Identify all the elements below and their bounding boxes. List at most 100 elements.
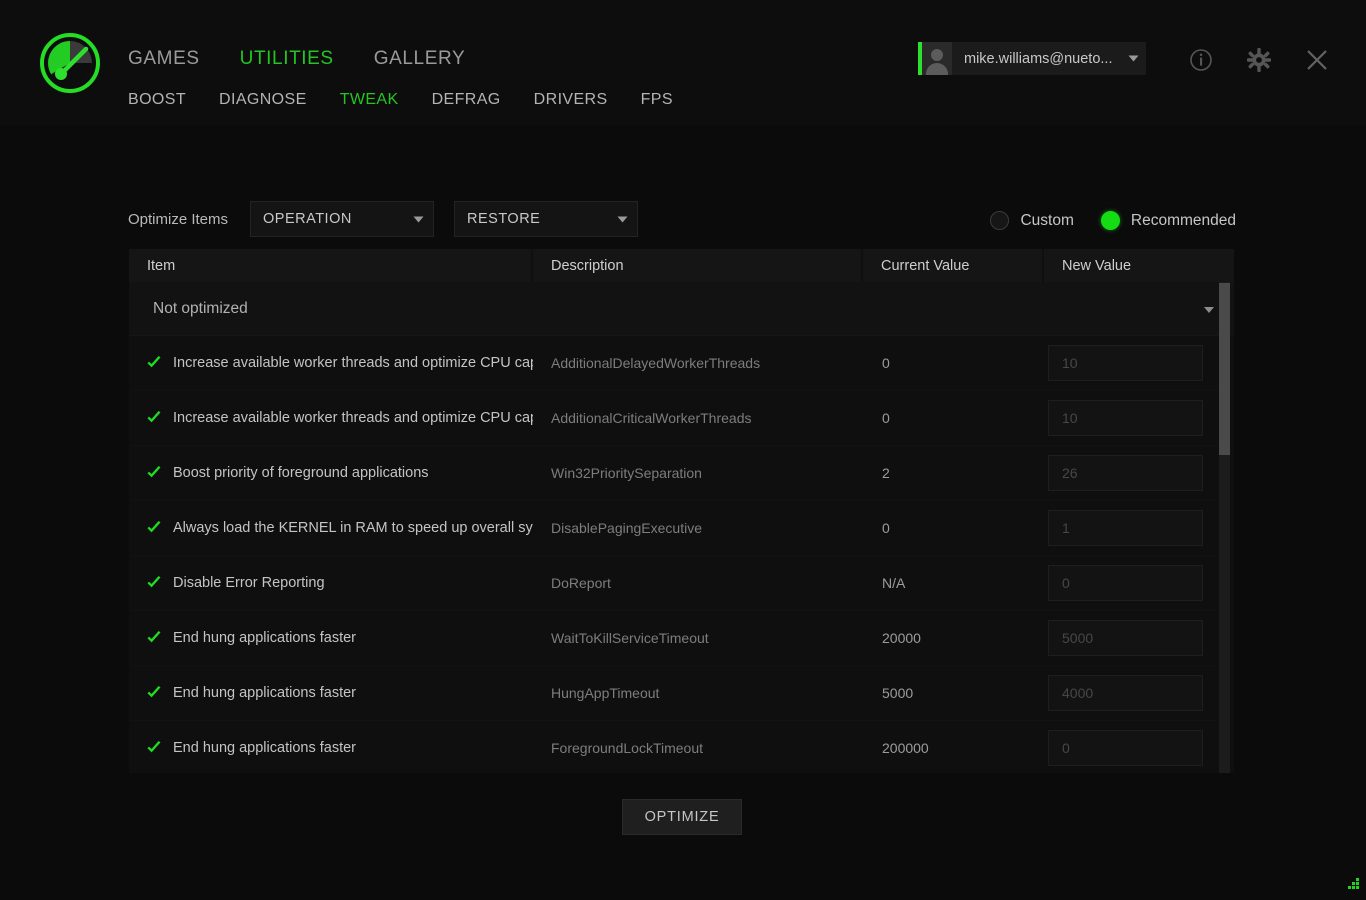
- new-value-input[interactable]: 0: [1048, 565, 1203, 601]
- nav-gallery[interactable]: GALLERY: [374, 48, 466, 70]
- close-icon[interactable]: [1302, 45, 1332, 75]
- row-checkmark-icon[interactable]: [146, 630, 162, 646]
- new-value-input[interactable]: 1: [1048, 510, 1203, 546]
- table-row[interactable]: Always load the KERNEL in RAM to speed u…: [129, 501, 1234, 556]
- row-description-cell: AdditionalCriticalWorkerThreads: [551, 410, 752, 426]
- subnav-defrag[interactable]: DEFRAG: [432, 91, 501, 109]
- row-description-cell: AdditionalDelayedWorkerThreads: [551, 355, 761, 371]
- info-icon[interactable]: [1186, 45, 1216, 75]
- new-value-input[interactable]: 26: [1048, 455, 1203, 491]
- row-item-cell: Disable Error Reporting: [129, 556, 533, 611]
- row-current-value-cell: N/A: [882, 575, 906, 591]
- row-checkmark-icon[interactable]: [146, 520, 162, 536]
- row-new-value-cell: 0: [1044, 556, 1234, 611]
- mode-radio-group: Custom Recommended: [990, 211, 1236, 230]
- scrollbar-thumb[interactable]: [1219, 283, 1230, 455]
- row-checkmark-icon[interactable]: [146, 410, 162, 426]
- new-value-input[interactable]: 4000: [1048, 675, 1203, 711]
- table-row[interactable]: End hung applications faster ForegroundLo…: [129, 721, 1234, 773]
- nav-games[interactable]: GAMES: [128, 48, 200, 70]
- row-checkmark-icon[interactable]: [146, 575, 162, 591]
- row-description-cell: WaitToKillServiceTimeout: [551, 630, 709, 646]
- vertical-scrollbar[interactable]: [1219, 282, 1230, 773]
- row-new-value-cell: 0: [1044, 721, 1234, 774]
- row-item-cell: Increase available worker threads and op…: [129, 336, 533, 391]
- row-description-cell: DisablePagingExecutive: [551, 520, 702, 536]
- account-menu[interactable]: mike.williams@nueto...: [918, 42, 1146, 75]
- subnav-tweak[interactable]: TWEAK: [340, 91, 399, 109]
- row-checkmark-icon[interactable]: [146, 355, 162, 371]
- row-current-value-cell: 2: [882, 465, 890, 481]
- chevron-down-icon[interactable]: [403, 216, 433, 223]
- restore-select-value: RESTORE: [467, 211, 541, 227]
- optimize-items-table: Item Description Current Value New Value…: [129, 249, 1234, 773]
- table-row[interactable]: Boost priority of foreground application…: [129, 446, 1234, 501]
- nav-utilities[interactable]: UTILITIES: [240, 48, 334, 70]
- gear-icon[interactable]: [1244, 45, 1274, 75]
- table-row[interactable]: Disable Error Reporting DoReport N/A 0: [129, 556, 1234, 611]
- table-row[interactable]: Increase available worker threads and op…: [129, 336, 1234, 391]
- row-item-label: Increase available worker threads and op…: [173, 355, 533, 371]
- table-header-row: Item Description Current Value New Value: [129, 249, 1234, 282]
- table-row[interactable]: End hung applications faster WaitToKillSe…: [129, 611, 1234, 666]
- new-value-input[interactable]: 5000: [1048, 620, 1203, 656]
- row-checkmark-icon[interactable]: [146, 465, 162, 481]
- row-item-label: End hung applications faster: [173, 685, 356, 701]
- row-item-cell: End hung applications faster: [129, 611, 533, 666]
- radio-custom[interactable]: Custom: [990, 211, 1074, 230]
- operation-select-value: OPERATION: [263, 211, 352, 227]
- row-current-value-cell: 0: [882, 520, 890, 536]
- group-row-not-optimized[interactable]: Not optimized: [129, 282, 1234, 336]
- chevron-down-icon[interactable]: [1120, 55, 1146, 62]
- account-email: mike.williams@nueto...: [964, 50, 1113, 67]
- column-header-new-value[interactable]: New Value: [1044, 249, 1234, 282]
- radio-custom-label: Custom: [1020, 211, 1074, 229]
- row-item-label: Always load the KERNEL in RAM to speed u…: [173, 520, 533, 536]
- chevron-down-icon[interactable]: [607, 216, 637, 223]
- subnav-boost[interactable]: BOOST: [128, 91, 186, 109]
- new-value-input[interactable]: 10: [1048, 345, 1203, 381]
- row-checkmark-icon[interactable]: [146, 685, 162, 701]
- radio-recommended[interactable]: Recommended: [1100, 211, 1236, 230]
- resize-grip-icon[interactable]: [1344, 878, 1360, 894]
- subnav-fps[interactable]: FPS: [641, 91, 673, 109]
- sub-navigation: BOOST DIAGNOSE TWEAK DEFRAG DRIVERS FPS: [128, 91, 673, 109]
- operation-select[interactable]: OPERATION: [250, 201, 434, 237]
- row-item-cell: Always load the KERNEL in RAM to speed u…: [129, 501, 533, 556]
- column-header-description[interactable]: Description: [533, 249, 863, 282]
- application-window: GAMES UTILITIES GALLERY BOOST DIAGNOSE T…: [0, 0, 1366, 900]
- row-current-value-cell: 0: [882, 355, 890, 371]
- row-current-value-cell: 20000: [882, 630, 921, 646]
- table-body: Increase available worker threads and op…: [129, 336, 1234, 773]
- row-item-cell: Boost priority of foreground application…: [129, 446, 533, 501]
- row-description-cell: DoReport: [551, 575, 611, 591]
- row-checkmark-icon[interactable]: [146, 740, 162, 756]
- table-row[interactable]: Increase available worker threads and op…: [129, 391, 1234, 446]
- main-navigation: GAMES UTILITIES GALLERY: [128, 48, 465, 70]
- header-icon-group: [1186, 45, 1332, 75]
- row-item-cell: End hung applications faster: [129, 666, 533, 721]
- optimize-items-label: Optimize Items: [128, 211, 229, 228]
- column-header-current-value[interactable]: Current Value: [863, 249, 1044, 282]
- radio-recommended-dot[interactable]: [1100, 211, 1120, 230]
- gauge-speedometer-icon[interactable]: [38, 31, 102, 95]
- user-avatar-icon: [922, 42, 952, 75]
- radio-custom-dot[interactable]: [990, 211, 1010, 230]
- row-item-label: Disable Error Reporting: [173, 575, 325, 591]
- restore-select[interactable]: RESTORE: [454, 201, 638, 237]
- row-description-cell: HungAppTimeout: [551, 685, 660, 701]
- row-description-cell: Win32PrioritySeparation: [551, 465, 702, 481]
- row-item-label: End hung applications faster: [173, 740, 356, 756]
- new-value-input[interactable]: 0: [1048, 730, 1203, 766]
- row-item-label: End hung applications faster: [173, 630, 356, 646]
- row-new-value-cell: 5000: [1044, 611, 1234, 666]
- optimize-button[interactable]: OPTIMIZE: [622, 799, 742, 835]
- table-row[interactable]: End hung applications faster HungAppTimeo…: [129, 666, 1234, 721]
- row-current-value-cell: 0: [882, 410, 890, 426]
- row-description-cell: ForegroundLockTimeout: [551, 740, 704, 756]
- column-header-item[interactable]: Item: [129, 249, 533, 282]
- subnav-diagnose[interactable]: DIAGNOSE: [219, 91, 307, 109]
- new-value-input[interactable]: 10: [1048, 400, 1203, 436]
- subnav-drivers[interactable]: DRIVERS: [534, 91, 608, 109]
- chevron-down-icon[interactable]: [1204, 300, 1214, 318]
